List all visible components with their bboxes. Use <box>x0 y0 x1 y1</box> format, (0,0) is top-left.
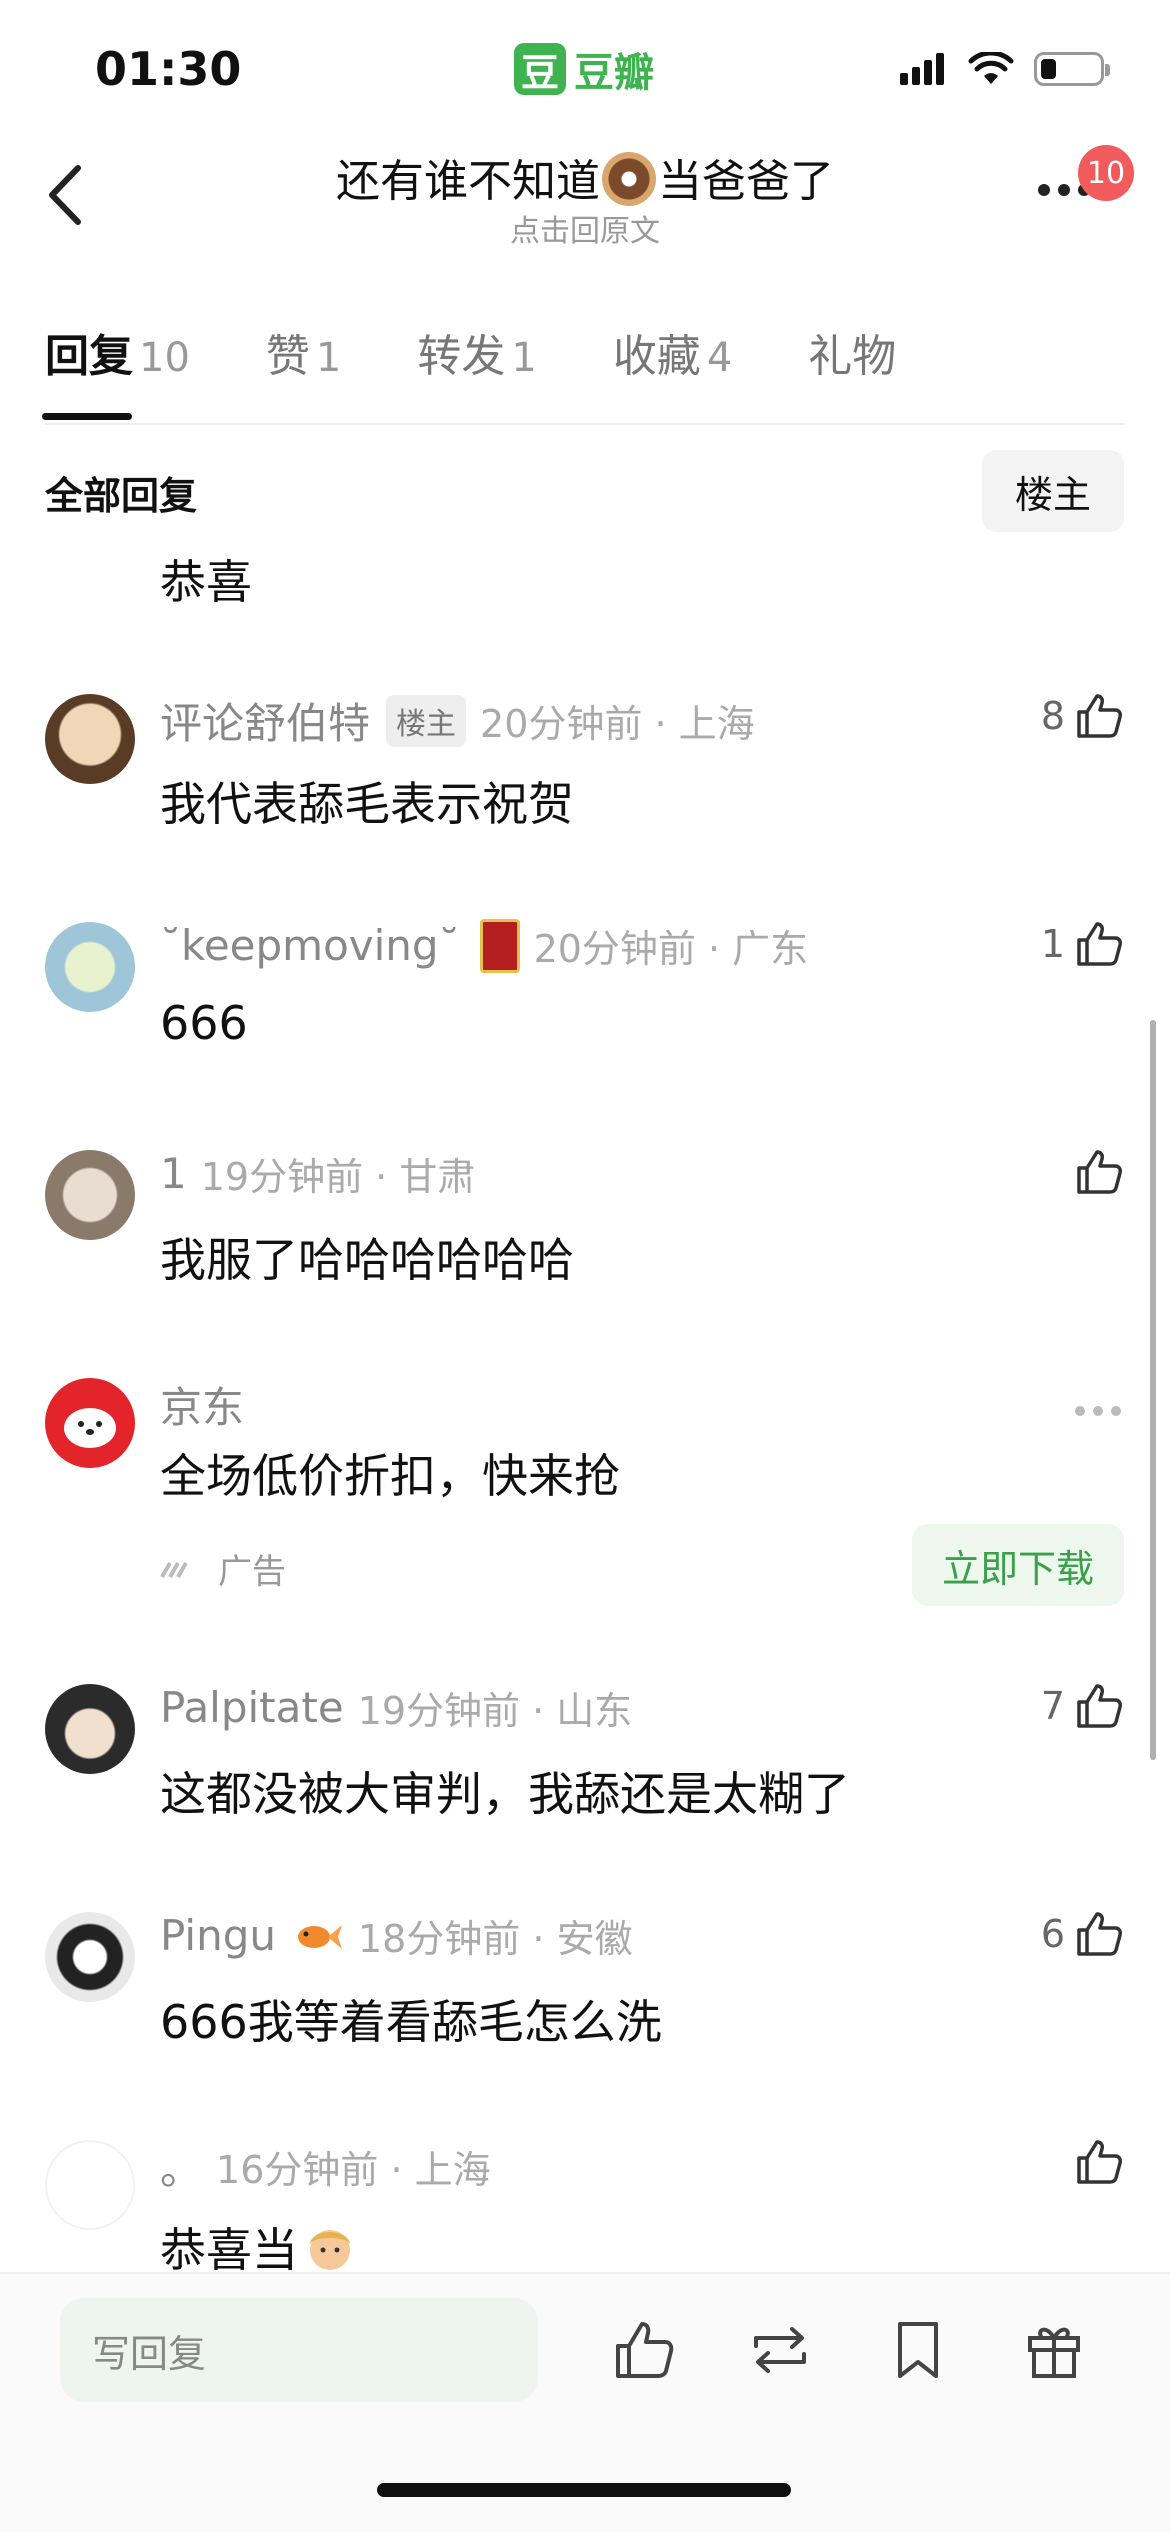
tab-likes[interactable]: 赞1 <box>266 320 341 420</box>
avatar[interactable] <box>45 922 135 1012</box>
avatar[interactable] <box>45 1684 135 1774</box>
battery-icon <box>1034 52 1110 86</box>
active-tab-indicator <box>42 413 132 420</box>
tab-gifts[interactable]: 礼物 <box>808 320 896 420</box>
comment-text: 666 <box>160 996 248 1050</box>
bookmark-icon[interactable] <box>884 2316 952 2384</box>
donut-emoji-icon <box>602 152 656 206</box>
comment-text: 我服了哈哈哈哈哈哈 <box>160 1233 574 1287</box>
comment-text: 我代表舔毛表示祝贺 <box>160 777 574 831</box>
avatar[interactable] <box>45 1150 135 1240</box>
like-button[interactable]: 6 <box>1041 1908 1125 1960</box>
comment-text: 恭喜 <box>160 555 252 609</box>
comment-author[interactable]: ˘keepmoving˘ <box>160 921 460 970</box>
thumbs-up-icon[interactable] <box>610 2316 678 2384</box>
cellular-signal-icon <box>900 53 944 85</box>
like-button[interactable]: 7 <box>1041 1680 1125 1732</box>
comment-author[interactable]: 。 <box>160 2136 202 2197</box>
comment-meta: 19分钟前 · 山东 <box>357 1689 633 1733</box>
comment-author[interactable]: 1 <box>160 1149 187 1198</box>
jd-logo-icon[interactable] <box>45 1378 135 1468</box>
jd-dog-icon <box>64 1408 116 1448</box>
thumbs-up-icon <box>1077 1684 1122 1728</box>
ad-label: 广告 <box>160 1544 286 1593</box>
avatar[interactable] <box>45 2140 135 2230</box>
status-bar: 01:30 豆 豆瓣 <box>0 0 1170 140</box>
gift-icon[interactable] <box>1020 2316 1088 2384</box>
ad-advertiser[interactable]: 京东 <box>160 1374 244 1435</box>
thumbs-up-icon <box>1077 2140 1122 2184</box>
tab-reposts[interactable]: 转发 1 <box>417 320 536 420</box>
comment-author[interactable]: Palpitate <box>160 1683 344 1732</box>
like-button[interactable]: 8 <box>1041 690 1125 742</box>
ad-more-icon[interactable] <box>1075 1406 1121 1416</box>
page-title[interactable]: 还有谁不知道 当爸爸了 <box>0 145 1170 209</box>
like-button[interactable] <box>1065 2136 1125 2188</box>
status-time: 01:30 <box>95 42 242 96</box>
reply-input[interactable]: 写回复 <box>60 2298 538 2402</box>
thumbs-up-icon <box>1077 1150 1122 1194</box>
status-icons <box>900 52 1110 86</box>
thumbs-up-icon <box>1077 922 1122 966</box>
scrollbar[interactable] <box>1150 1020 1156 1760</box>
comment-text: 666我等着看舔毛怎么洗 <box>160 1995 662 2049</box>
ad-mark-icon <box>160 1561 188 1578</box>
op-only-filter-button[interactable]: 楼主 <box>982 450 1124 532</box>
comment-author[interactable]: Pingu <box>160 1911 276 1960</box>
repost-icon[interactable] <box>746 2316 814 2384</box>
like-count: 8 <box>1040 694 1065 738</box>
comment-meta: 18分钟前 · 安徽 <box>357 1917 633 1961</box>
like-button[interactable] <box>1065 1146 1125 1198</box>
like-button[interactable]: 1 <box>1041 918 1125 970</box>
comment-meta: 16分钟前 · 上海 <box>216 2148 491 2192</box>
comment-meta: 20分钟前 · 上海 <box>480 702 755 746</box>
like-count: 6 <box>1040 1912 1065 1956</box>
avatar[interactable] <box>45 1912 135 2002</box>
tab-bar: 回复 10 赞1 转发 1 收藏 4 礼物 <box>45 320 1125 425</box>
comment-text: 这都没被大审判，我舔还是太糊了 <box>160 1767 850 1821</box>
tab-replies[interactable]: 回复 10 <box>45 320 190 420</box>
comment-author[interactable]: 评论舒伯特 <box>160 690 370 751</box>
medal-badge-icon <box>479 918 520 973</box>
title-text-end: 当爸爸了 <box>658 156 834 207</box>
status-app-indicator: 豆 豆瓣 <box>514 40 654 98</box>
notification-badge: 10 <box>1078 145 1134 201</box>
wifi-icon <box>968 52 1014 84</box>
status-app-name: 豆瓣 <box>574 50 654 96</box>
comment-text: 恭喜当 <box>160 2214 358 2280</box>
op-tag: 楼主 <box>386 694 467 747</box>
battery-level <box>1041 59 1056 79</box>
man-emoji-icon <box>310 2230 350 2270</box>
back-to-original-link[interactable]: 点击回原文 <box>0 206 1170 250</box>
thumbs-up-icon <box>1077 694 1122 738</box>
comment-meta: 19分钟前 · 甘肃 <box>200 1155 476 1199</box>
tab-collections[interactable]: 收藏 4 <box>613 320 732 420</box>
like-count: 7 <box>1040 1684 1065 1728</box>
goldfish-emoji-icon <box>297 1924 342 1949</box>
section-title: 全部回复 <box>45 474 198 518</box>
like-count: 1 <box>1040 922 1065 966</box>
download-button[interactable]: 立即下载 <box>912 1524 1124 1606</box>
home-indicator <box>377 2483 791 2497</box>
avatar[interactable] <box>45 694 135 784</box>
douban-logo-icon: 豆 <box>514 43 566 95</box>
comment-meta: 20分钟前 · 广东 <box>533 927 809 971</box>
title-text-start: 还有谁不知道 <box>336 156 600 207</box>
thumbs-up-icon <box>1077 1912 1122 1956</box>
ad-text: 全场低价折扣，快来抢 <box>160 1449 620 1503</box>
